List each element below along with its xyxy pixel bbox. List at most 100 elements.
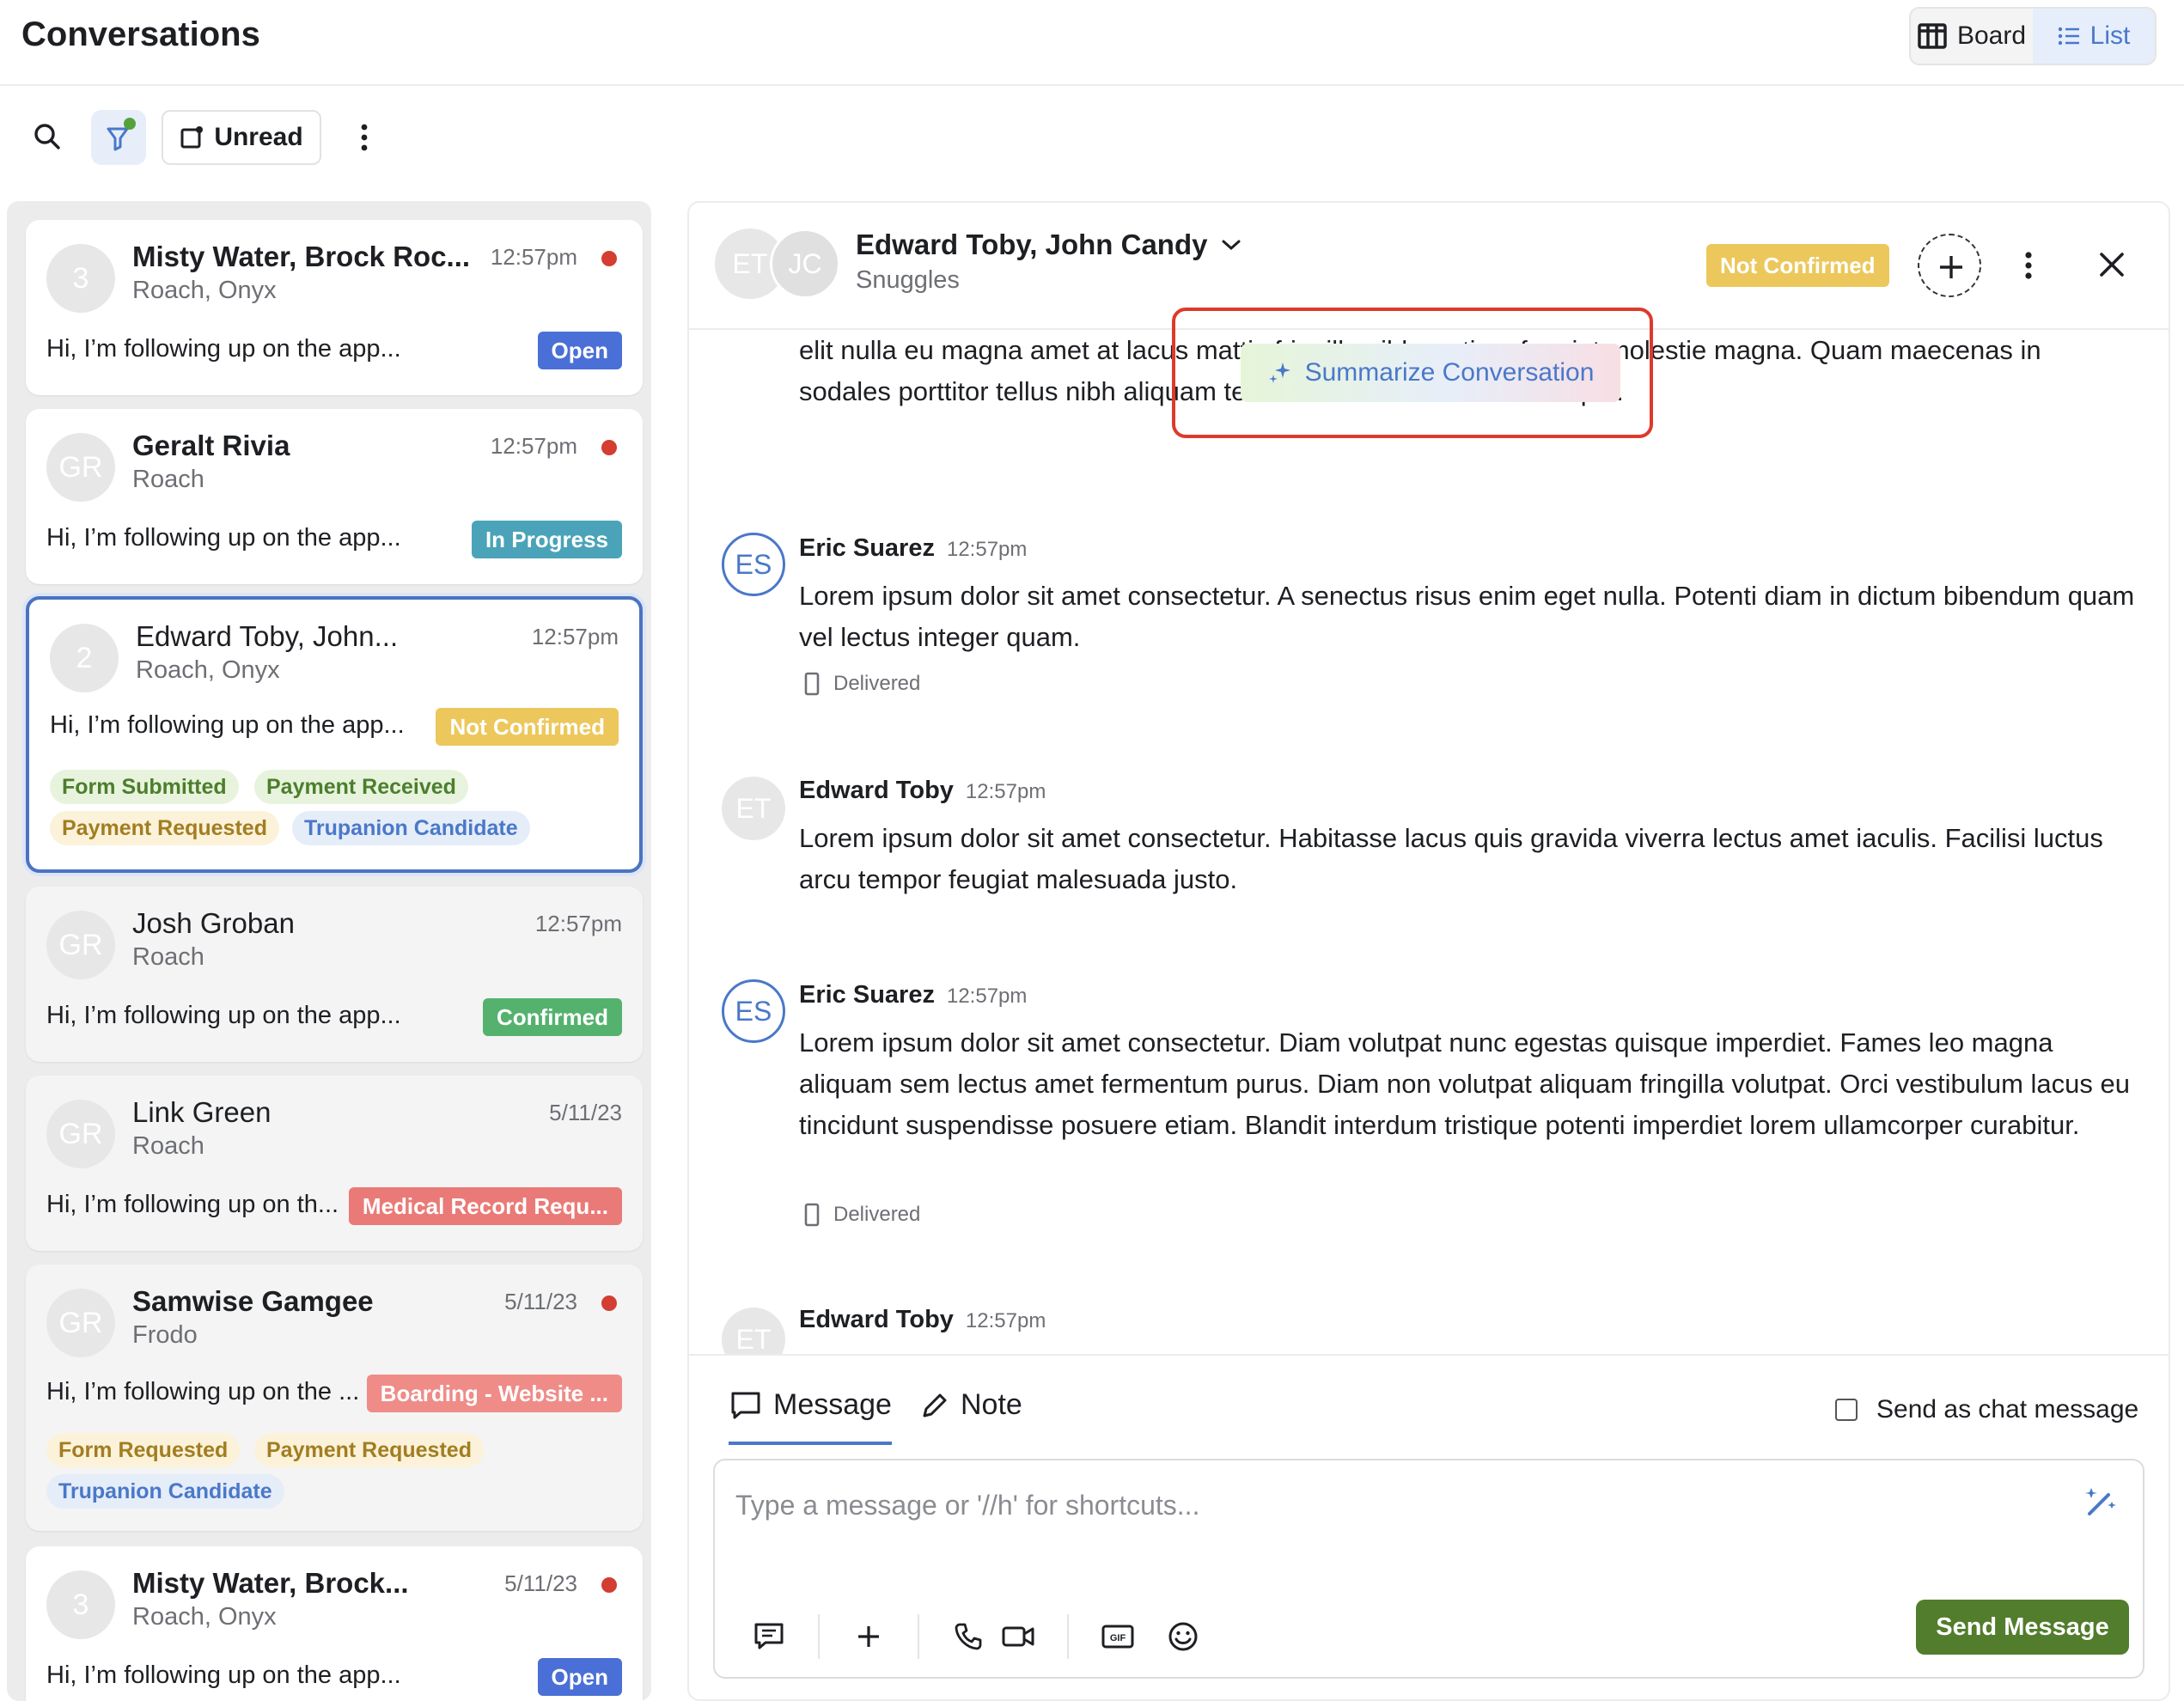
divider bbox=[1067, 1614, 1069, 1659]
message-input[interactable]: Type a message or '//h' for shortcuts...… bbox=[713, 1459, 2144, 1679]
active-tab-indicator bbox=[729, 1442, 892, 1445]
composer-toolbar: GIF bbox=[744, 1612, 1208, 1661]
conversation-subtitle: Roach, Onyx bbox=[132, 277, 277, 304]
conversation-preview: Hi, I’m following up on the app... bbox=[46, 335, 401, 363]
unread-dot bbox=[601, 1296, 617, 1311]
conversation-panel: ET JC Edward Toby, John Candy Snuggles N… bbox=[687, 201, 2170, 1701]
conversation-item[interactable]: GR Geralt Rivia Roach 12:57pm Hi, I’m fo… bbox=[26, 409, 643, 584]
close-icon[interactable] bbox=[2093, 246, 2131, 284]
conversation-item[interactable]: GR Samwise Gamgee Frodo 5/11/23 Hi, I’m … bbox=[26, 1265, 643, 1531]
message-author: Eric Suarez 12:57pm bbox=[799, 981, 1027, 1009]
highlight-box bbox=[1172, 308, 1653, 438]
unread-dot bbox=[601, 440, 617, 455]
list-view-button[interactable]: List bbox=[2033, 9, 2155, 64]
avatar: 3 bbox=[46, 244, 115, 313]
tab-note[interactable]: Note bbox=[921, 1388, 1022, 1422]
emoji-icon[interactable] bbox=[1158, 1612, 1208, 1661]
message-time: 12:57pm bbox=[965, 780, 1046, 803]
conversation-title-dropdown[interactable]: Edward Toby, John Candy bbox=[856, 229, 1241, 261]
plus-icon bbox=[1940, 256, 1962, 278]
delivery-status: Delivered bbox=[804, 1203, 920, 1227]
author-name: Edward Toby bbox=[799, 1306, 954, 1333]
view-toggle: Board List bbox=[1909, 7, 2157, 65]
divider bbox=[818, 1614, 820, 1659]
avatar: GR bbox=[46, 1289, 115, 1357]
unread-icon bbox=[180, 126, 204, 149]
list-icon bbox=[2058, 27, 2079, 46]
author-name: Eric Suarez bbox=[799, 981, 935, 1009]
conversation-item[interactable]: 3 Misty Water, Brock... Roach, Onyx 5/11… bbox=[26, 1546, 643, 1701]
tab-message-label: Message bbox=[773, 1388, 892, 1421]
status-badge[interactable]: Open bbox=[537, 332, 622, 369]
avatar: ET bbox=[722, 1308, 785, 1354]
conversation-time: 12:57pm bbox=[490, 433, 577, 459]
avatar: ET bbox=[722, 777, 785, 840]
conversation-toolbar: Unread bbox=[0, 86, 2184, 186]
conversation-time: 5/11/23 bbox=[504, 1289, 577, 1314]
divider bbox=[689, 1354, 2169, 1356]
conversation-name: Geralt Rivia bbox=[132, 430, 290, 461]
status-badge[interactable]: Open bbox=[537, 1658, 622, 1696]
plus-icon[interactable] bbox=[844, 1612, 894, 1661]
unread-label: Unread bbox=[214, 123, 303, 151]
divider bbox=[918, 1614, 919, 1659]
conversation-item[interactable]: GR Link Green Roach 5/11/23 Hi, I’m foll… bbox=[26, 1076, 643, 1251]
gif-icon[interactable]: GIF bbox=[1093, 1612, 1143, 1661]
more-options-icon[interactable] bbox=[2016, 244, 2041, 287]
avatar: GR bbox=[46, 433, 115, 502]
svg-text:GIF: GIF bbox=[1110, 1633, 1126, 1643]
phone-device-icon bbox=[804, 672, 820, 696]
filter-button[interactable] bbox=[91, 110, 146, 165]
conversation-preview: Hi, I’m following up on the app... bbox=[46, 524, 401, 552]
send-as-chat-label: Send as chat message bbox=[1876, 1395, 2139, 1424]
conversation-name: Misty Water, Brock... bbox=[132, 1567, 409, 1599]
add-participant-button[interactable] bbox=[1918, 234, 1981, 297]
author-name: Eric Suarez bbox=[799, 534, 935, 562]
conversation-list: 3 Misty Water, Brock Roc... Roach, Onyx … bbox=[7, 201, 651, 1701]
author-name: Edward Toby bbox=[799, 777, 954, 804]
status-badge[interactable]: Not Confirmed bbox=[436, 708, 619, 746]
status-badge[interactable]: Boarding - Website ... bbox=[366, 1375, 622, 1412]
more-options-icon[interactable] bbox=[347, 117, 381, 158]
conversation-preview: Hi, I’m following up on the app... bbox=[46, 1661, 401, 1689]
status-badge[interactable]: Confirmed bbox=[483, 998, 622, 1036]
message-time: 12:57pm bbox=[946, 985, 1028, 1008]
status-badge[interactable]: Medical Record Requ... bbox=[348, 1187, 622, 1225]
conversation-subtitle: Roach bbox=[132, 466, 204, 493]
unread-filter-button[interactable]: Unread bbox=[162, 110, 321, 165]
chevron-down-icon bbox=[1222, 240, 1241, 251]
video-icon[interactable] bbox=[993, 1612, 1043, 1661]
filter-icon bbox=[107, 118, 136, 151]
conversation-name: Josh Groban bbox=[132, 907, 295, 939]
avatar: GR bbox=[46, 911, 115, 979]
conversation-subtitle: Roach, Onyx bbox=[132, 1603, 277, 1631]
phone-icon[interactable] bbox=[943, 1612, 993, 1661]
conversation-item[interactable]: GR Josh Groban Roach 12:57pm Hi, I’m fol… bbox=[26, 887, 643, 1062]
conversation-time: 5/11/23 bbox=[504, 1570, 577, 1596]
phone-device-icon bbox=[804, 1203, 820, 1227]
conversation-name: Link Green bbox=[132, 1096, 271, 1128]
conversation-name: Edward Toby, John... bbox=[136, 620, 399, 652]
tag: Form Requested bbox=[46, 1433, 241, 1467]
tag: Trupanion Candidate bbox=[292, 811, 530, 845]
send-as-chat-toggle[interactable]: Send as chat message bbox=[1835, 1395, 2138, 1424]
status-badge[interactable]: Not Confirmed bbox=[1706, 244, 1889, 287]
status-badge[interactable]: In Progress bbox=[471, 521, 622, 558]
conversation-item-selected[interactable]: 2 Edward Toby, John... Roach, Onyx 12:57… bbox=[26, 596, 643, 873]
avatar: ES bbox=[722, 979, 785, 1043]
conversation-preview: Hi, I’m following up on the app... bbox=[50, 711, 405, 739]
send-as-chat-checkbox[interactable] bbox=[1835, 1399, 1858, 1421]
magic-wand-icon[interactable] bbox=[2083, 1483, 2120, 1521]
send-message-button[interactable]: Send Message bbox=[1916, 1600, 2129, 1655]
unread-dot bbox=[601, 251, 617, 266]
board-view-label: Board bbox=[1956, 21, 2027, 50]
tab-message[interactable]: Message bbox=[730, 1388, 892, 1422]
templates-icon[interactable] bbox=[744, 1612, 794, 1661]
conversation-item[interactable]: 3 Misty Water, Brock Roc... Roach, Onyx … bbox=[26, 220, 643, 395]
conversation-title: Edward Toby, John Candy bbox=[856, 229, 1208, 260]
pencil-icon bbox=[923, 1393, 947, 1417]
board-view-button[interactable]: Board bbox=[1911, 9, 2033, 64]
tag: Payment Received bbox=[254, 770, 468, 804]
search-icon[interactable] bbox=[31, 120, 65, 155]
tag: Form Submitted bbox=[50, 770, 239, 804]
